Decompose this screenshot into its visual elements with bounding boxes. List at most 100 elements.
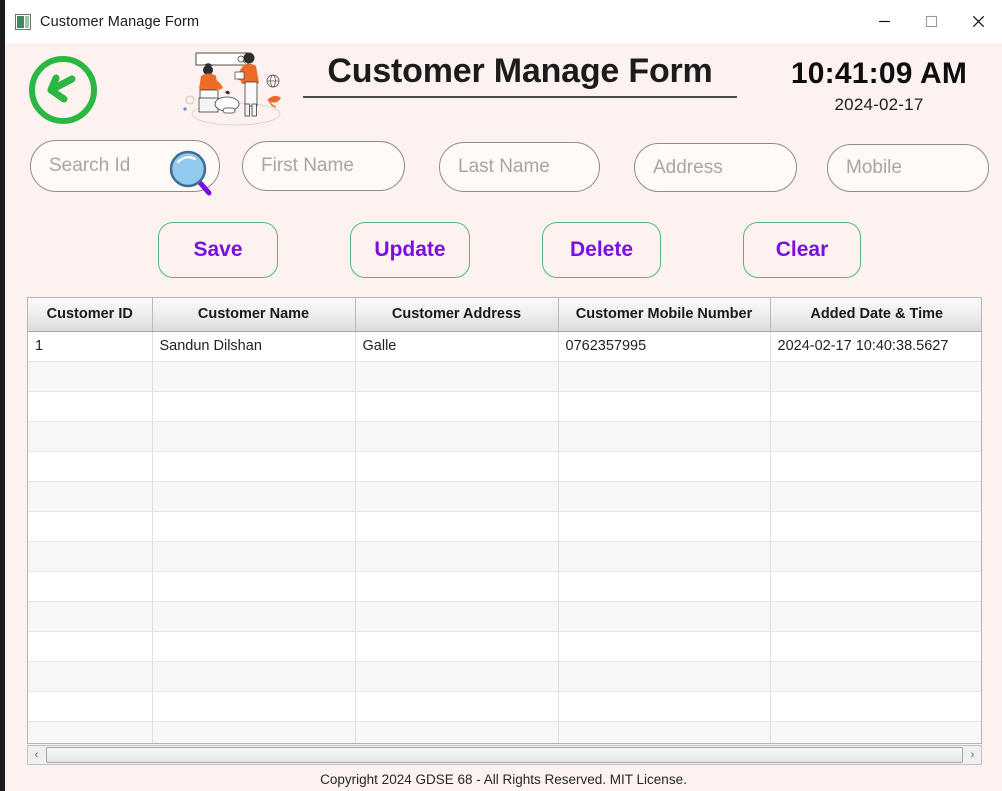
table-row[interactable] (28, 601, 981, 632)
table-cell[interactable] (28, 601, 153, 632)
table-cell[interactable] (28, 721, 153, 743)
horizontal-scrollbar[interactable]: ‹ › (27, 745, 982, 765)
table-cell[interactable] (770, 721, 981, 743)
chevron-right-icon[interactable]: › (964, 746, 981, 764)
table-cell[interactable] (558, 421, 771, 452)
mobile-input[interactable]: Mobile (827, 144, 989, 192)
table-cell[interactable] (152, 511, 356, 542)
table-row[interactable] (28, 571, 981, 602)
table-cell[interactable] (770, 541, 981, 572)
table-cell[interactable]: Sandun Dilshan (152, 331, 356, 362)
first-name-input[interactable]: First Name (242, 141, 405, 191)
table-cell[interactable] (355, 481, 559, 512)
table-cell[interactable] (28, 391, 153, 422)
customer-table[interactable]: Customer ID Customer Name Customer Addre… (27, 297, 982, 744)
table-cell[interactable] (355, 511, 559, 542)
table-cell[interactable] (152, 541, 356, 572)
table-cell[interactable] (355, 601, 559, 632)
table-row[interactable] (28, 631, 981, 662)
table-cell[interactable] (558, 511, 771, 542)
table-cell[interactable] (152, 391, 356, 422)
chevron-left-icon[interactable]: ‹ (28, 746, 45, 764)
table-row[interactable] (28, 421, 981, 452)
column-header-customer-mobile[interactable]: Customer Mobile Number (558, 298, 771, 332)
table-cell[interactable] (28, 511, 153, 542)
table-cell[interactable] (770, 661, 981, 692)
table-cell[interactable]: 1 (28, 331, 153, 362)
table-cell[interactable] (770, 361, 981, 392)
table-cell[interactable] (28, 361, 153, 392)
column-header-customer-name[interactable]: Customer Name (152, 298, 356, 332)
table-cell[interactable] (770, 631, 981, 662)
table-row[interactable] (28, 541, 981, 572)
table-cell[interactable] (558, 481, 771, 512)
table-cell[interactable] (28, 691, 153, 722)
table-cell[interactable] (558, 541, 771, 572)
table-cell[interactable] (355, 661, 559, 692)
table-cell[interactable] (770, 511, 981, 542)
table-cell[interactable] (28, 421, 153, 452)
table-cell[interactable] (558, 691, 771, 722)
address-input[interactable]: Address (634, 143, 797, 192)
table-cell[interactable] (770, 691, 981, 722)
table-cell[interactable] (355, 721, 559, 743)
column-header-customer-address[interactable]: Customer Address (355, 298, 559, 332)
table-row[interactable] (28, 691, 981, 722)
table-cell[interactable] (770, 571, 981, 602)
table-cell[interactable] (152, 451, 356, 482)
table-cell[interactable] (770, 481, 981, 512)
table-cell[interactable] (558, 631, 771, 662)
table-cell[interactable] (355, 631, 559, 662)
column-header-added-date-time[interactable]: Added Date & Time (770, 298, 981, 332)
table-cell[interactable] (355, 571, 559, 602)
delete-button[interactable]: Delete (542, 222, 661, 278)
table-cell[interactable] (28, 541, 153, 572)
table-cell[interactable] (152, 691, 356, 722)
table-cell[interactable] (152, 721, 356, 743)
table-cell[interactable] (558, 721, 771, 743)
table-cell[interactable] (770, 421, 981, 452)
table-cell[interactable] (152, 661, 356, 692)
save-button[interactable]: Save (158, 222, 278, 278)
table-cell[interactable] (355, 451, 559, 482)
table-cell[interactable] (770, 451, 981, 482)
table-cell[interactable] (558, 661, 771, 692)
table-cell[interactable] (28, 451, 153, 482)
magnifier-icon[interactable] (163, 145, 225, 197)
scrollbar-track[interactable] (45, 747, 964, 763)
table-row[interactable] (28, 661, 981, 692)
table-row[interactable]: 1 Sandun Dilshan Galle 0762357995 2024-02-17… (28, 331, 981, 362)
table-row[interactable] (28, 721, 981, 743)
table-cell[interactable] (558, 361, 771, 392)
table-cell[interactable] (28, 481, 153, 512)
table-cell[interactable] (28, 661, 153, 692)
minimize-button[interactable] (861, 0, 908, 43)
table-row[interactable] (28, 451, 981, 482)
table-cell[interactable] (558, 571, 771, 602)
clear-button[interactable]: Clear (743, 222, 861, 278)
table-cell[interactable]: Galle (355, 331, 559, 362)
table-cell[interactable] (28, 571, 153, 602)
table-cell[interactable] (558, 451, 771, 482)
maximize-button[interactable] (908, 0, 955, 43)
scrollbar-thumb[interactable] (46, 747, 963, 763)
last-name-input[interactable]: Last Name (439, 142, 600, 192)
table-cell[interactable] (355, 691, 559, 722)
table-cell[interactable] (152, 481, 356, 512)
table-cell[interactable] (152, 601, 356, 632)
table-cell[interactable] (355, 541, 559, 572)
table-cell[interactable] (152, 571, 356, 602)
table-row[interactable] (28, 481, 981, 512)
table-cell[interactable] (355, 361, 559, 392)
table-cell[interactable] (355, 391, 559, 422)
column-header-customer-id[interactable]: Customer ID (28, 298, 153, 332)
back-button[interactable] (26, 54, 100, 126)
update-button[interactable]: Update (350, 222, 470, 278)
table-cell[interactable] (558, 601, 771, 632)
table-cell[interactable] (558, 391, 771, 422)
table-cell[interactable]: 2024-02-17 10:40:38.5627 (770, 331, 981, 362)
table-cell[interactable] (770, 391, 981, 422)
table-row[interactable] (28, 391, 981, 422)
table-cell[interactable] (152, 421, 356, 452)
table-cell[interactable] (355, 421, 559, 452)
